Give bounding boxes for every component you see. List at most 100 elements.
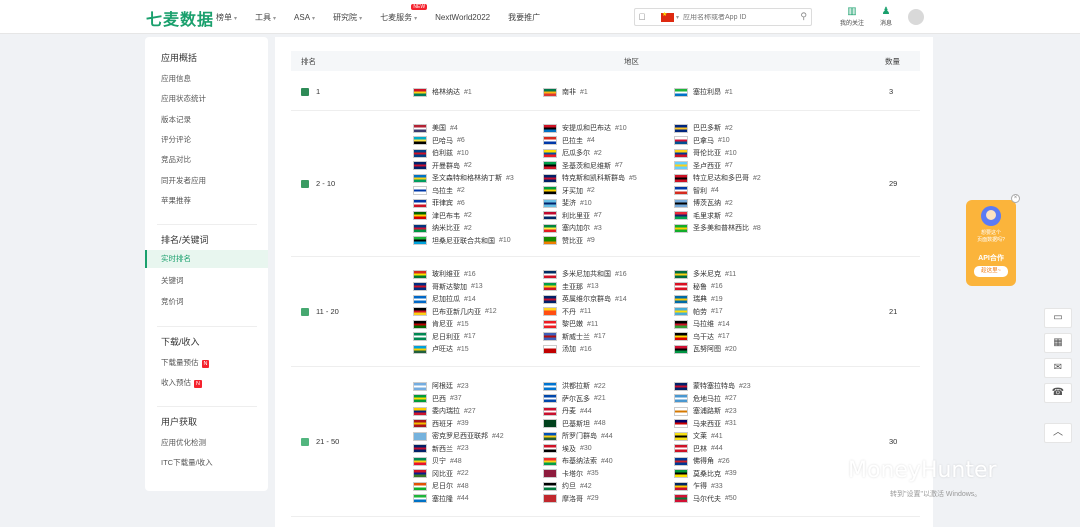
region-entry[interactable]: 哥斯达黎加 #13 — [413, 281, 497, 294]
region-entry[interactable]: 尼日尔 #48 — [413, 480, 504, 493]
region-entry[interactable]: 密克罗尼西亚联邦 #42 — [413, 430, 504, 443]
region-entry[interactable]: 萨尔瓦多 #21 — [543, 393, 613, 406]
region-entry[interactable]: 不丹 #11 — [543, 306, 627, 319]
api-card-cta[interactable]: 趁这里~ — [974, 266, 1008, 277]
region-entry[interactable]: 乍得 #33 — [674, 480, 751, 493]
region-entry[interactable]: 秘鲁 #16 — [674, 281, 737, 294]
apple-platform-icon[interactable]:  — [635, 12, 649, 22]
region-entry[interactable]: 乌干达 #17 — [674, 331, 737, 344]
mail-icon[interactable]: ✉ — [1044, 358, 1072, 378]
region-entry[interactable]: 塞拉利昂 #1 — [674, 86, 733, 99]
sidebar-item[interactable]: 收入预估 N — [161, 377, 202, 389]
region-entry[interactable]: 文莱 #41 — [674, 430, 751, 443]
region-entry[interactable]: 卢旺达 #15 — [413, 343, 497, 356]
region-entry[interactable]: 特立尼达和多巴哥 #2 — [674, 172, 761, 185]
region-entry[interactable]: 尼日利亚 #17 — [413, 331, 497, 344]
region-entry[interactable]: 乌拉圭 #2 — [413, 185, 514, 198]
sidebar-item[interactable]: 下载量预估 N — [161, 357, 210, 368]
region-entry[interactable]: 特克斯和凯科斯群岛 #5 — [543, 172, 637, 185]
region-entry[interactable]: 肯尼亚 #15 — [413, 318, 497, 331]
search-icon[interactable]: ⚲ — [800, 11, 807, 22]
region-entry[interactable]: 厄瓜多尔 #2 — [543, 147, 637, 160]
sidebar-item[interactable]: 竞品对比 — [161, 154, 191, 165]
region-entry[interactable]: 蒙特塞拉特岛 #23 — [674, 380, 751, 393]
nav-item[interactable]: 我要推广 — [508, 12, 540, 23]
region-entry[interactable]: 新西兰 #23 — [413, 443, 504, 456]
region-entry[interactable]: 马尔代夫 #50 — [674, 493, 751, 506]
region-entry[interactable]: 冈比亚 #22 — [413, 468, 504, 481]
back-to-top-icon[interactable]: ︿ — [1044, 423, 1072, 443]
region-entry[interactable]: 贝宁 #48 — [413, 455, 504, 468]
region-entry[interactable]: 丹麦 #44 — [543, 405, 613, 418]
region-entry[interactable]: 瓦努阿图 #20 — [674, 343, 737, 356]
region-entry[interactable]: 多米尼加共和国 #16 — [543, 268, 627, 281]
region-entry[interactable]: 圣卢西亚 #7 — [674, 160, 761, 173]
region-entry[interactable]: 牙买加 #2 — [543, 185, 637, 198]
region-entry[interactable]: 巴哈马 #6 — [413, 135, 514, 148]
my-follow-button[interactable]: ▥ 我的关注 — [840, 6, 864, 27]
chevron-down-icon[interactable]: ▾ — [676, 14, 679, 21]
region-entry[interactable]: 卡塔尔 #35 — [543, 468, 613, 481]
region-entry[interactable]: 巴拉圭 #4 — [543, 135, 637, 148]
sidebar-item[interactable]: 版本记录 — [161, 114, 191, 125]
region-entry[interactable]: 坦桑尼亚联合共和国 #10 — [413, 235, 514, 248]
site-logo[interactable]: 七麦数据 — [146, 6, 214, 30]
region-entry[interactable]: 巴林 #44 — [674, 443, 751, 456]
region-entry[interactable]: 巴西 #37 — [413, 393, 504, 406]
nav-item[interactable]: 七麦服务 ▾ NEW — [380, 3, 428, 23]
region-entry[interactable]: 博茨瓦纳 #2 — [674, 197, 761, 210]
avatar[interactable] — [908, 9, 924, 25]
region-entry[interactable]: 智利 #4 — [674, 185, 761, 198]
region-entry[interactable]: 巴布亚新几内亚 #12 — [413, 306, 497, 319]
region-entry[interactable]: 圣多美和普林西比 #8 — [674, 222, 761, 235]
search-input[interactable] — [683, 13, 794, 21]
region-entry[interactable]: 汤加 #16 — [543, 343, 627, 356]
sidebar-item[interactable]: 苹果推荐 — [161, 195, 191, 206]
region-entry[interactable]: 黎巴嫩 #11 — [543, 318, 627, 331]
region-entry[interactable]: 瑞典 #19 — [674, 293, 737, 306]
region-entry[interactable]: 南非 #1 — [543, 86, 588, 99]
region-entry[interactable]: 多米尼克 #11 — [674, 268, 737, 281]
sidebar-item[interactable]: 竞价词 — [161, 296, 184, 307]
region-entry[interactable]: 莫桑比克 #39 — [674, 468, 751, 481]
region-entry[interactable]: 所罗门群岛 #44 — [543, 430, 613, 443]
region-entry[interactable]: 马拉维 #14 — [674, 318, 737, 331]
region-entry[interactable]: 斐济 #10 — [543, 197, 637, 210]
region-entry[interactable]: 英属维尔京群岛 #14 — [543, 293, 627, 306]
message-button[interactable]: ♟ 消息 — [880, 6, 892, 27]
qrcode-icon[interactable]: ▦ — [1044, 333, 1072, 353]
region-entry[interactable]: 佛得角 #26 — [674, 455, 751, 468]
region-entry[interactable]: 埃及 #30 — [543, 443, 613, 456]
nav-item[interactable]: 工具 ▾ — [255, 12, 276, 23]
chat-icon[interactable]: ▭ — [1044, 308, 1072, 328]
region-entry[interactable]: 布基纳法索 #40 — [543, 455, 613, 468]
region-entry[interactable]: 阿根廷 #23 — [413, 380, 504, 393]
region-entry[interactable]: 危地马拉 #27 — [674, 393, 751, 406]
region-entry[interactable]: 利比里亚 #7 — [543, 210, 637, 223]
nav-item[interactable]: NextWorld2022 — [435, 13, 490, 22]
region-entry[interactable]: 约旦 #42 — [543, 480, 613, 493]
region-entry[interactable]: 美国 #4 — [413, 122, 514, 135]
sidebar-item[interactable]: 评分评论 — [161, 134, 191, 145]
region-entry[interactable]: 圣文森特和格林纳丁斯 #3 — [413, 172, 514, 185]
region-entry[interactable]: 津巴布韦 #2 — [413, 210, 514, 223]
region-entry[interactable]: 西班牙 #39 — [413, 418, 504, 431]
region-entry[interactable]: 巴拿马 #10 — [674, 135, 761, 148]
region-entry[interactable]: 纳米比亚 #2 — [413, 222, 514, 235]
sidebar-item[interactable]: 实时排名 — [145, 250, 268, 268]
region-entry[interactable]: 洪都拉斯 #22 — [543, 380, 613, 393]
region-entry[interactable]: 巴基斯坦 #48 — [543, 418, 613, 431]
region-entry[interactable]: 毛里求斯 #2 — [674, 210, 761, 223]
sidebar-item[interactable]: ITC下载量/收入 — [161, 457, 213, 468]
region-entry[interactable]: 斯威士兰 #17 — [543, 331, 627, 344]
app-search-box[interactable]:  ▾ ⚲ — [634, 8, 812, 26]
region-entry[interactable]: 摩洛哥 #29 — [543, 493, 613, 506]
region-entry[interactable]: 赞比亚 #9 — [543, 235, 637, 248]
api-cooperation-card[interactable]: × 想要这个 页面数据吗? API合作 趁这里~ — [966, 194, 1020, 286]
region-entry[interactable]: 马来西亚 #31 — [674, 418, 751, 431]
sidebar-item[interactable]: 应用状态统计 — [161, 93, 206, 104]
region-entry[interactable]: 格林纳达 #1 — [413, 86, 472, 99]
region-entry[interactable]: 哥伦比亚 #10 — [674, 147, 761, 160]
nav-item[interactable]: 研究院 ▾ — [333, 12, 362, 23]
region-entry[interactable]: 委内瑞拉 #27 — [413, 405, 504, 418]
